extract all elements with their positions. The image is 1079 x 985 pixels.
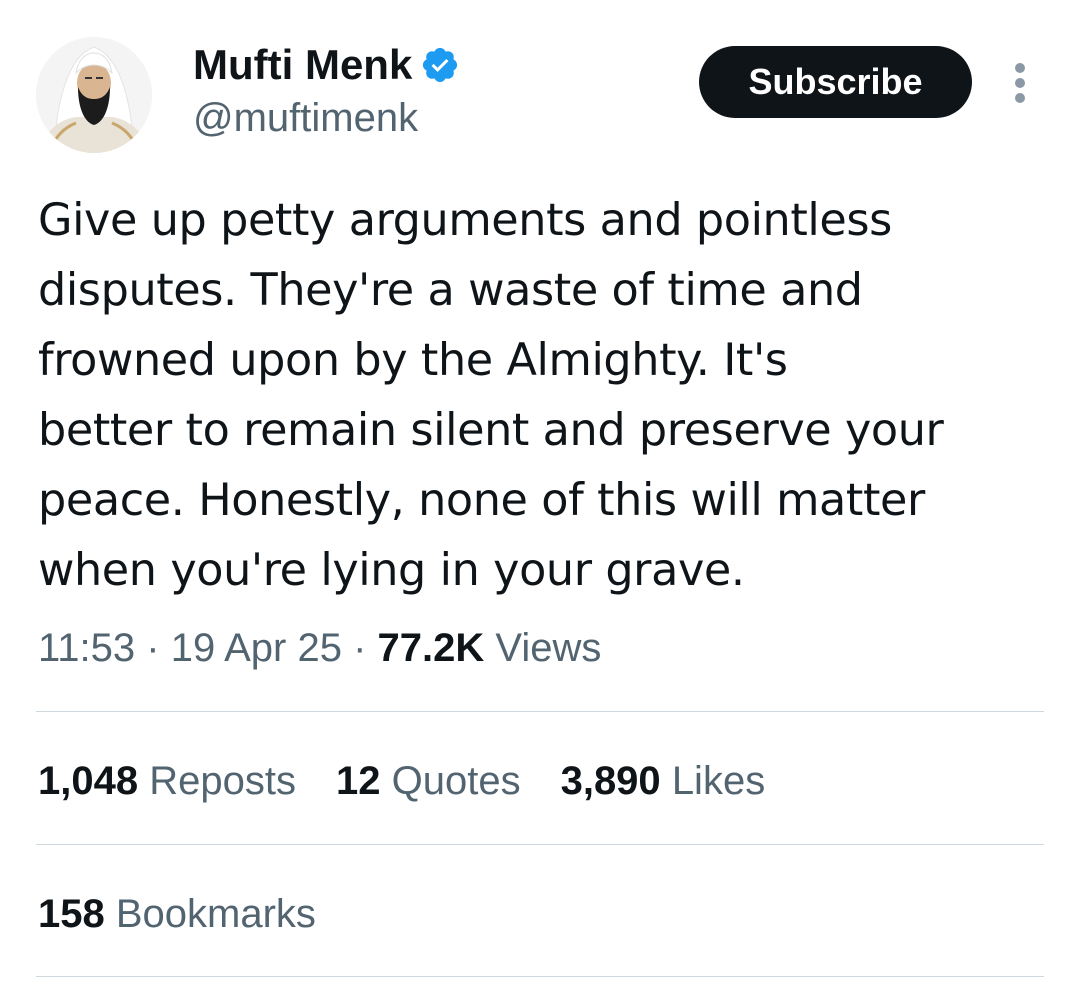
views-count: 77.2K bbox=[377, 626, 485, 670]
avatar-image bbox=[36, 37, 152, 153]
divider bbox=[36, 844, 1044, 845]
tweet-metadata: 11:53 · 19 Apr 25 · 77.2K Views bbox=[38, 622, 601, 674]
subscribe-button[interactable]: Subscribe bbox=[699, 46, 972, 118]
meta-separator: · bbox=[146, 626, 160, 670]
author-display-name[interactable]: Mufti Menk bbox=[193, 40, 460, 90]
tweet-text: Give up petty arguments and pointless di… bbox=[38, 195, 944, 596]
engagement-stats: 1,048 Reposts 12 Quotes 3,890 Likes bbox=[38, 755, 805, 807]
quotes-label: Quotes bbox=[391, 759, 521, 803]
reposts-label: Reposts bbox=[149, 759, 296, 803]
bookmarks-label: Bookmarks bbox=[115, 892, 316, 936]
display-name-text[interactable]: Mufti Menk bbox=[193, 40, 412, 90]
more-options-icon[interactable] bbox=[1004, 62, 1036, 104]
likes-label: Likes bbox=[671, 759, 766, 803]
meta-separator: · bbox=[353, 626, 367, 670]
quotes-stat[interactable]: 12 Quotes bbox=[336, 755, 521, 807]
reposts-stat[interactable]: 1,048 Reposts bbox=[38, 755, 296, 807]
tweet-header: Mufti Menk @muftimenk Subscribe bbox=[0, 0, 1079, 170]
tweet-time[interactable]: 11:53 bbox=[38, 626, 135, 670]
verified-badge-icon[interactable] bbox=[420, 45, 460, 85]
bookmarks-stat[interactable]: 158 Bookmarks bbox=[38, 888, 316, 940]
likes-count: 3,890 bbox=[560, 759, 661, 803]
quotes-count: 12 bbox=[335, 759, 381, 803]
bookmarks-count: 158 bbox=[38, 892, 105, 936]
tweet-date[interactable]: 19 Apr 25 bbox=[171, 626, 342, 670]
likes-stat[interactable]: 3,890 Likes bbox=[561, 755, 766, 807]
avatar[interactable] bbox=[36, 37, 152, 153]
reposts-count: 1,048 bbox=[38, 759, 139, 803]
views-label: Views bbox=[495, 626, 602, 670]
author-handle[interactable]: @muftimenk bbox=[193, 94, 418, 142]
divider bbox=[36, 976, 1044, 977]
divider bbox=[36, 711, 1044, 712]
